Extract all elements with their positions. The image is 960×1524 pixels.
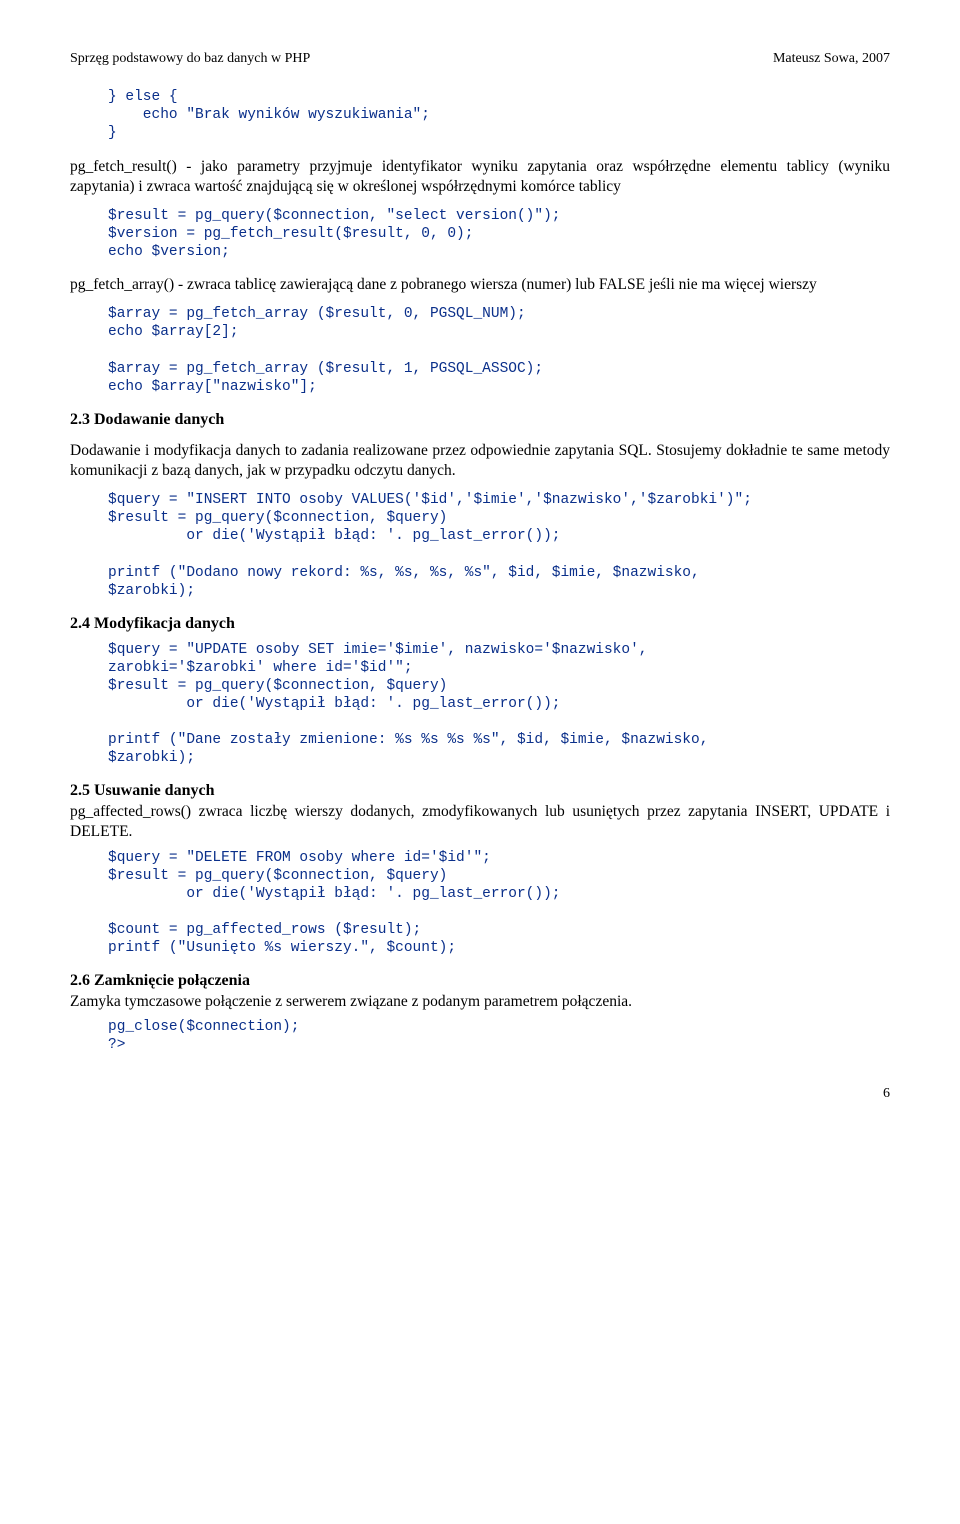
- code-block-4: $query = "INSERT INTO osoby VALUES('$id'…: [108, 491, 890, 600]
- heading-2-4: 2.4 Modyfikacja danych: [70, 614, 890, 635]
- heading-2-3: 2.3 Dodawanie danych: [70, 410, 890, 431]
- paragraph-2-3: Dodawanie i modyfikacja danych to zadani…: [70, 441, 890, 481]
- page-number: 6: [70, 1085, 890, 1103]
- header-right: Mateusz Sowa, 2007: [773, 50, 890, 68]
- header-left: Sprzęg podstawowy do baz danych w PHP: [70, 50, 310, 68]
- code-block-2: $result = pg_query($connection, "select …: [108, 207, 890, 261]
- section-2-6: 2.6 Zamknięcie połączenia Zamyka tymczas…: [70, 971, 890, 1012]
- code-block-6: $query = "DELETE FROM osoby where id='$i…: [108, 849, 890, 958]
- code-block-5: $query = "UPDATE osoby SET imie='$imie',…: [108, 641, 890, 768]
- paragraph-fetch-array: pg_fetch_array() - zwraca tablicę zawier…: [70, 275, 890, 295]
- paragraph-fetch-result: pg_fetch_result() - jako parametry przyj…: [70, 157, 890, 197]
- code-block-1: } else { echo "Brak wyników wyszukiwania…: [108, 88, 890, 142]
- page-header: Sprzęg podstawowy do baz danych w PHP Ma…: [70, 50, 890, 68]
- paragraph-2-5: pg_affected_rows() zwraca liczbę wierszy…: [70, 803, 890, 840]
- code-block-7: pg_close($connection); ?>: [108, 1018, 890, 1054]
- heading-2-6: 2.6 Zamknięcie połączenia: [70, 972, 250, 989]
- code-block-3: $array = pg_fetch_array ($result, 0, PGS…: [108, 305, 890, 396]
- section-2-5: 2.5 Usuwanie danych pg_affected_rows() z…: [70, 781, 890, 842]
- heading-2-5: 2.5 Usuwanie danych: [70, 782, 214, 799]
- paragraph-2-6: Zamyka tymczasowe połączenie z serwerem …: [70, 993, 632, 1010]
